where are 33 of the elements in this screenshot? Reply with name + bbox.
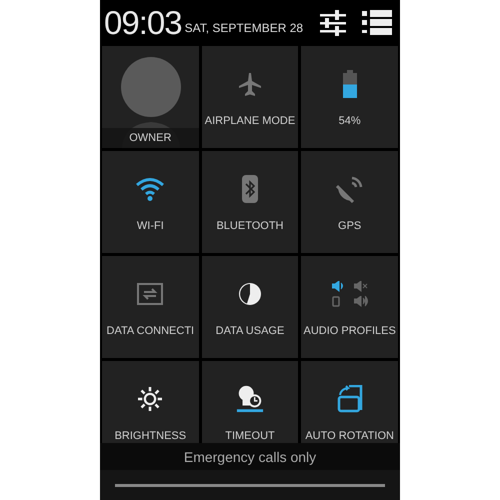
quick-setting-tile[interactable]: DATA USAGE	[202, 256, 298, 358]
tile-label: WI-FI	[136, 220, 164, 232]
settings-sliders-icon[interactable]	[320, 8, 346, 36]
drag-handle[interactable]	[115, 484, 385, 486]
quick-setting-tile[interactable]: WI-FI	[102, 151, 199, 253]
user-name: OWNER	[102, 128, 199, 148]
quick-setting-tile[interactable]: DATA CONNECTI	[102, 256, 199, 358]
tile-label: AUDIO PROFILES	[304, 325, 396, 337]
clock-time: 09:03	[104, 4, 182, 42]
quick-setting-tile[interactable]: AUTO ROTATION	[301, 361, 398, 443]
tile-label: DATA CONNECTI	[106, 325, 194, 337]
list-icon[interactable]	[362, 8, 392, 36]
quick-setting-tile[interactable]: BLUETOOTH	[202, 151, 298, 253]
tile-label: BRIGHTNESS	[114, 430, 186, 442]
quick-setting-tile[interactable]: 54%	[301, 46, 398, 148]
quick-setting-tile[interactable]: BRIGHTNESS	[102, 361, 199, 443]
user-tile[interactable]: OWNER	[102, 46, 199, 148]
battery-icon	[342, 70, 357, 98]
quick-setting-tile[interactable]: TIMEOUT	[202, 361, 298, 443]
tile-label: BLUETOOTH	[216, 220, 284, 232]
tile-label: GPS	[338, 220, 362, 232]
tile-label: AUTO ROTATION	[305, 430, 394, 442]
pie-icon	[238, 280, 262, 308]
tile-label: TIMEOUT	[225, 430, 275, 442]
tile-label: AIRPLANE MODE	[204, 115, 296, 127]
quick-setting-tile[interactable]: AIRPLANE MODE	[202, 46, 298, 148]
sun-icon	[138, 385, 162, 413]
quick-setting-tile[interactable]: GPS	[301, 151, 398, 253]
tile-label: 54%	[338, 115, 361, 127]
date-text: SAT, SEPTEMBER 28	[184, 20, 304, 34]
carrier-status: Emergency calls only	[100, 443, 400, 470]
quick-setting-tile[interactable]: AUDIO PROFILES	[301, 256, 398, 358]
tile-label: DATA USAGE	[216, 325, 284, 337]
